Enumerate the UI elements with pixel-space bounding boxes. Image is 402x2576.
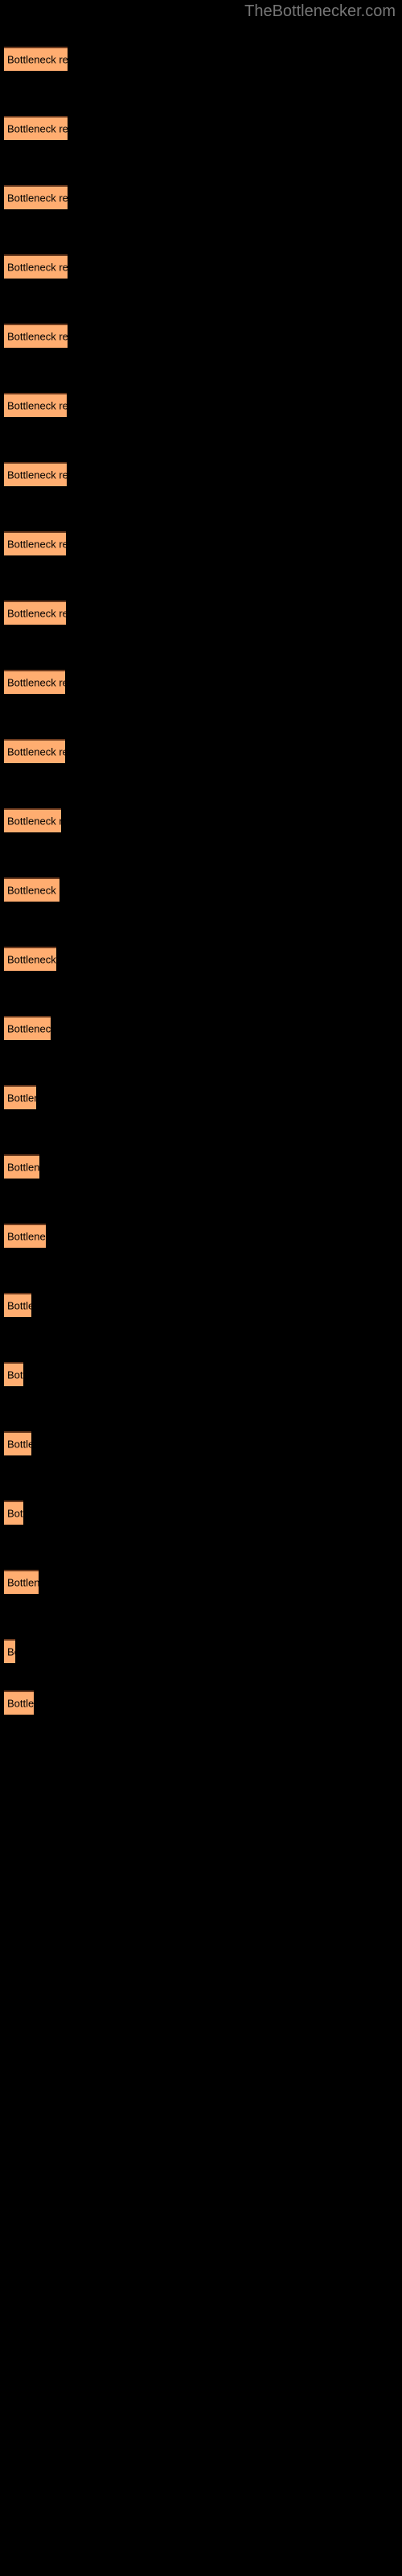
bar[interactable]: Bottleneck result xyxy=(4,1501,23,1525)
bar[interactable]: Bottleneck result xyxy=(4,877,59,902)
bar-label: Bottleneck result xyxy=(7,815,61,828)
bar[interactable]: Bottleneck result xyxy=(4,462,67,486)
bar[interactable]: Bottleneck result xyxy=(4,1362,23,1386)
bar-label: Bottleneck result xyxy=(7,1022,51,1035)
bar[interactable]: Bottleneck result xyxy=(4,1224,46,1248)
bar-label: Bottleneck result xyxy=(7,1161,39,1174)
bar[interactable]: Bottleneck result xyxy=(4,670,65,694)
bar-label: Bottleneck result xyxy=(7,122,68,135)
bar[interactable]: Bottleneck result xyxy=(4,1293,31,1317)
bar-label: Bottleneck result xyxy=(7,1645,15,1658)
bar-label: Bottleneck result xyxy=(7,1092,36,1104)
bar[interactable]: Bottleneck result xyxy=(4,47,68,71)
bar[interactable]: Bottleneck result xyxy=(4,324,68,348)
bar[interactable]: Bottleneck result xyxy=(4,1570,39,1594)
bar-label: Bottleneck result xyxy=(7,399,67,412)
bar[interactable]: Bottleneck result xyxy=(4,254,68,279)
bar[interactable]: Bottleneck result xyxy=(4,947,56,971)
bar[interactable]: Bottleneck result xyxy=(4,116,68,140)
bar[interactable]: Bottleneck result xyxy=(4,1431,31,1455)
page-root: TheBottlenecker.com Bottleneck resultBot… xyxy=(0,0,402,2576)
bar-label: Bottleneck result xyxy=(7,469,67,481)
bar[interactable]: Bottleneck result xyxy=(4,393,67,417)
bar-label: Bottleneck result xyxy=(7,1697,34,1710)
bar-label: Bottleneck result xyxy=(7,53,68,66)
bar-label: Bottleneck result xyxy=(7,676,65,689)
bar-label: Bottleneck result xyxy=(7,330,68,343)
bar[interactable]: Bottleneck result xyxy=(4,808,61,832)
bar-label: Bottleneck result xyxy=(7,538,66,551)
bar-label: Bottleneck result xyxy=(7,745,65,758)
bar-label: Bottleneck result xyxy=(7,607,66,620)
bar-label: Bottleneck result xyxy=(7,884,59,897)
bar[interactable]: Bottleneck result xyxy=(4,1639,15,1663)
bar[interactable]: Bottleneck result xyxy=(4,1016,51,1040)
bar[interactable]: Bottleneck result xyxy=(4,739,65,763)
bar-label: Bottleneck result xyxy=(7,1576,39,1589)
bar[interactable]: Bottleneck result xyxy=(4,1154,39,1179)
bar-label: Bottleneck result xyxy=(7,192,68,204)
bar[interactable]: Bottleneck result xyxy=(4,601,66,625)
bar-label: Bottleneck result xyxy=(7,953,56,966)
bar-label: Bottleneck result xyxy=(7,1230,46,1243)
bar[interactable]: Bottleneck result xyxy=(4,185,68,209)
bar-label: Bottleneck result xyxy=(7,261,68,274)
bar-label: Bottleneck result xyxy=(7,1438,31,1451)
bar-label: Bottleneck result xyxy=(7,1368,23,1381)
bar[interactable]: Bottleneck result xyxy=(4,531,66,555)
bottleneck-bar-chart: Bottleneck result Bottleneck result Bottle… xyxy=(0,0,402,1771)
bar-label: Bottleneck result xyxy=(7,1299,31,1312)
bar[interactable]: Bottleneck result xyxy=(4,1690,34,1715)
bar[interactable]: Bottleneck result xyxy=(4,1085,36,1109)
bar-label: Bottleneck result xyxy=(7,1507,23,1520)
